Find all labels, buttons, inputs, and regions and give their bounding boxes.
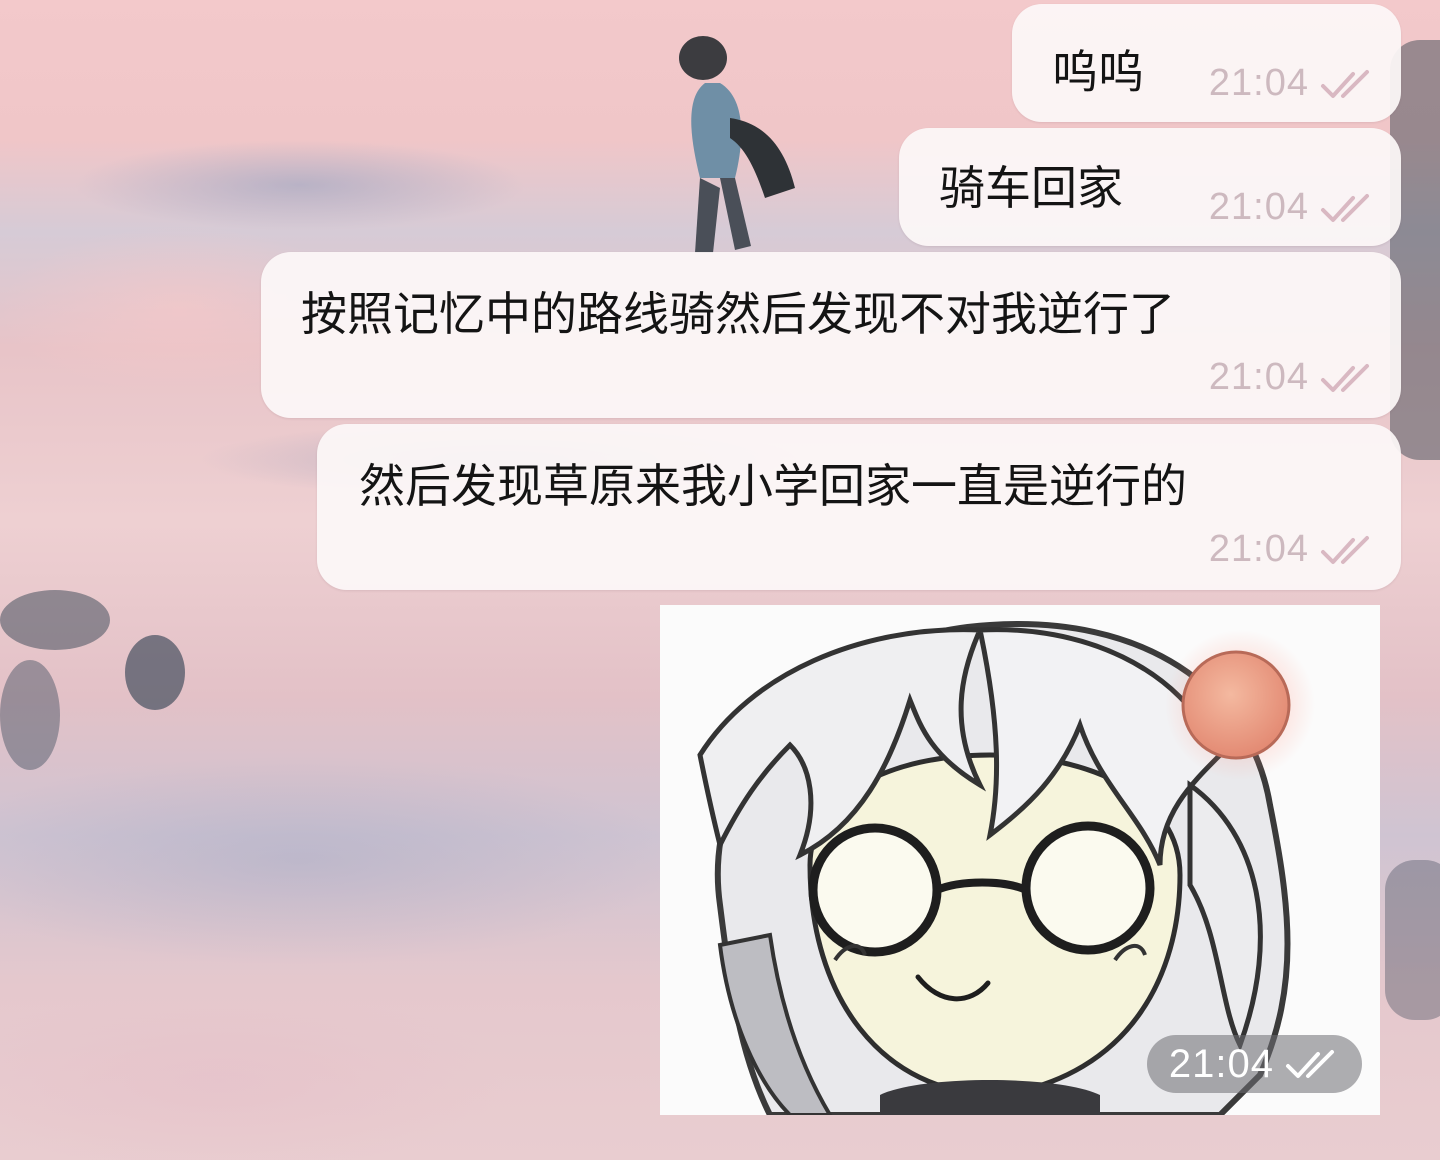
double-check-icon <box>1286 1050 1334 1078</box>
message-time: 21:04 <box>1168 1041 1274 1086</box>
message-time: 21:04 <box>1208 62 1309 104</box>
message-bubble-outgoing[interactable]: 然后发现草原来我小学回家一直是逆行的 21:04 <box>317 424 1401 590</box>
message-bubble-outgoing[interactable]: 呜呜 21:04 <box>1012 4 1401 122</box>
message-meta: 21:04 <box>1209 62 1377 105</box>
message-text: 骑车回家 <box>939 161 1123 215</box>
sticker-message[interactable]: 21:04 <box>660 605 1380 1115</box>
message-meta: 21:04 <box>1209 186 1377 229</box>
message-time: 21:04 <box>1208 186 1309 228</box>
message-bubble-outgoing[interactable]: 骑车回家 21:04 <box>899 128 1401 246</box>
message-meta: 21:04 <box>1209 356 1377 399</box>
double-check-icon <box>1321 193 1369 222</box>
double-check-icon <box>1321 69 1369 98</box>
wallpaper-walking-figure <box>679 36 795 253</box>
double-check-icon <box>1321 535 1369 564</box>
message-time: 21:04 <box>1208 528 1309 570</box>
sticker-time-badge: 21:04 <box>1146 1035 1362 1093</box>
message-text: 按照记忆中的路线骑然后发现不对我逆行了 <box>301 287 1175 341</box>
message-bubble-outgoing[interactable]: 按照记忆中的路线骑然后发现不对我逆行了 21:04 <box>261 252 1401 418</box>
message-text: 呜呜 <box>1052 45 1144 99</box>
message-time: 21:04 <box>1208 356 1309 398</box>
message-text: 然后发现草原来我小学回家一直是逆行的 <box>359 459 1187 513</box>
message-meta: 21:04 <box>1209 528 1377 571</box>
double-check-icon <box>1321 363 1369 392</box>
